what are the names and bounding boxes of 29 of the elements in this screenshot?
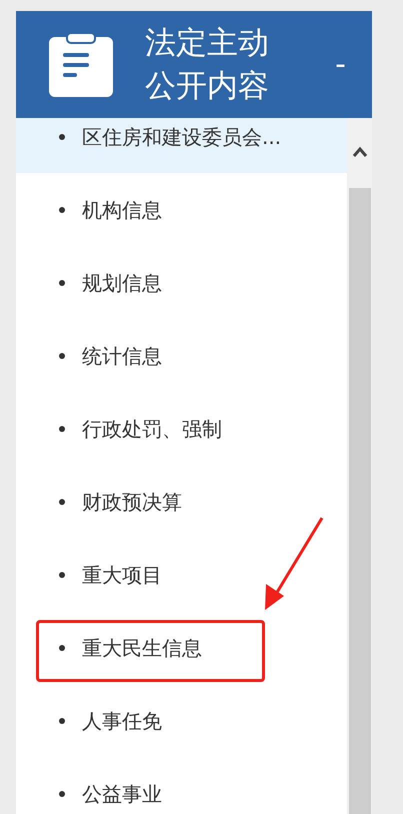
bullet-icon	[59, 206, 65, 212]
panel-title: 公开内容	[145, 66, 269, 106]
scroll-up-icon[interactable]	[352, 146, 368, 158]
collapse-button[interactable]: -	[335, 50, 346, 80]
item-label: 区住房和建设委员会...	[82, 124, 282, 150]
bullet-icon	[59, 426, 65, 432]
clipboard-icon	[49, 32, 113, 96]
item-label: 机构信息	[82, 196, 162, 224]
bullet-icon	[59, 790, 65, 796]
bullet-icon	[59, 134, 65, 140]
list-item[interactable]: 区住房和建设委员会...	[16, 118, 347, 173]
item-label: 重大项目	[82, 562, 162, 588]
item-label: 公益事业	[82, 780, 162, 808]
scrollbar-thumb[interactable]	[348, 188, 370, 814]
item-label: 重大民生信息	[82, 634, 202, 662]
item-label: 人事任免	[82, 708, 162, 734]
arrow-icon	[262, 516, 324, 612]
scrollbar[interactable]	[347, 118, 372, 814]
item-label: 统计信息	[82, 342, 162, 370]
bullet-icon	[59, 718, 65, 724]
bullet-icon	[59, 572, 65, 578]
item-label: 规划信息	[82, 270, 162, 296]
panel-title: 法定主动	[145, 24, 269, 62]
bullet-icon	[59, 644, 65, 650]
item-label: 财政预决算	[82, 488, 182, 516]
item-label: 行政处罚、强制	[82, 416, 222, 442]
bullet-icon	[59, 498, 65, 504]
bullet-icon	[59, 280, 65, 286]
bullet-icon	[59, 352, 65, 358]
